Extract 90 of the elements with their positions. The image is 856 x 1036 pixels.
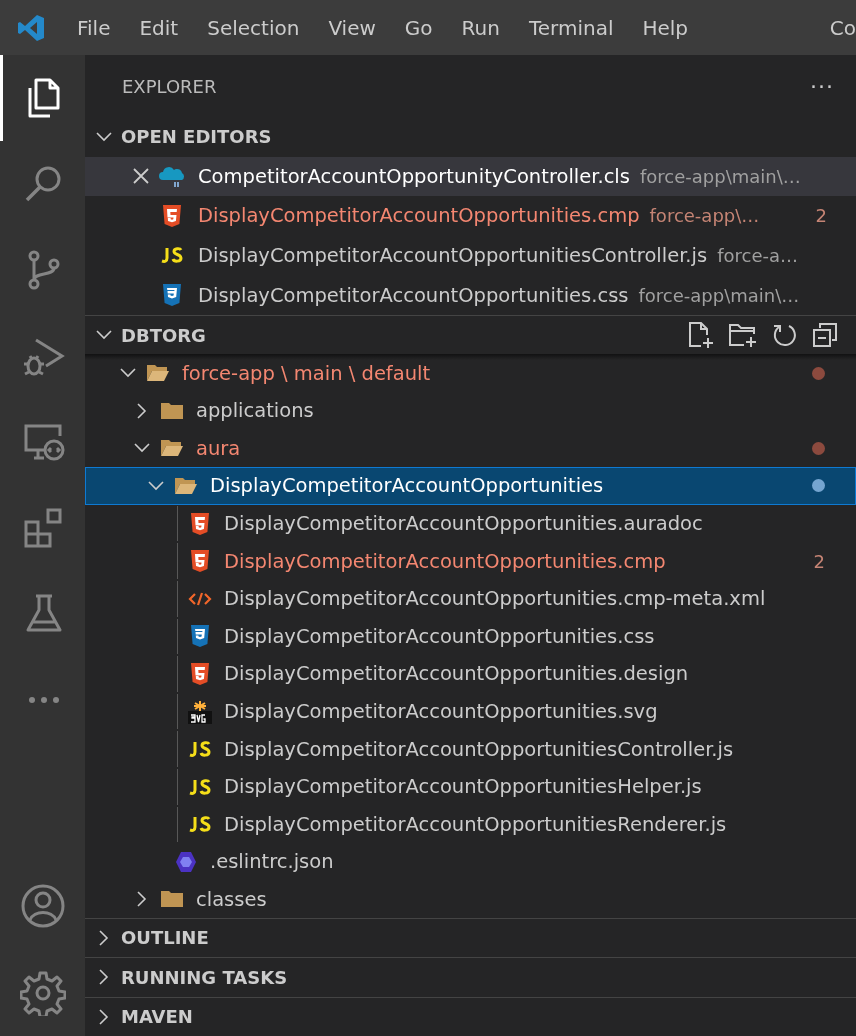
js-file-icon (160, 246, 184, 265)
file-entry[interactable]: DisplayCompetitorAccountOpportunities.auradoc (85, 504, 856, 543)
menu-item[interactable]: Help (632, 15, 699, 40)
svg-file-icon (188, 699, 212, 724)
folder-name: force-app \ main \ default (182, 361, 431, 385)
file-name: DisplayCompetitorAccountOpportunitiesHelper.js (224, 775, 702, 799)
open-editor-item[interactable]: DisplayCompetitorAccountOpportunities.css force-app\main\… (85, 275, 856, 315)
section-header[interactable]: OPEN EDITORS (85, 117, 856, 157)
new-file-icon[interactable] (686, 321, 714, 350)
file-name: DisplayCompetitorAccountOpportunities.cmp-meta.xml (224, 587, 766, 611)
folder-entry[interactable]: aura (85, 429, 856, 468)
modified-dot (812, 479, 825, 493)
section-header[interactable]: DBTORG (85, 314, 856, 355)
file-name: DisplayCompetitorAccountOpportunities.css (224, 624, 655, 648)
section-header[interactable]: RUNNING TASKS (85, 957, 856, 997)
html-file-icon (162, 204, 182, 227)
file-path: force-app\main\… (638, 284, 800, 306)
folder-entry[interactable]: DisplayCompetitorAccountOpportunities (85, 467, 856, 505)
js-file-icon (188, 777, 212, 796)
modified-dot (812, 441, 825, 455)
js-file-icon (188, 815, 212, 834)
vscode-logo-icon (17, 13, 45, 42)
file-name: DisplayCompetitorAccountOpportunitiesRenderer.js (224, 812, 727, 836)
open-editor-item[interactable]: CompetitorAccountOpportunityController.cls force-app\main\… (85, 156, 856, 197)
file-path: force-app\main\… (639, 165, 801, 187)
close-icon[interactable] (132, 167, 150, 186)
folder-name: aura (196, 436, 241, 460)
html-file-icon (190, 512, 210, 535)
file-entry[interactable]: DisplayCompetitorAccountOpportunitiesController.js (85, 730, 856, 768)
settings-icon[interactable] (19, 969, 66, 1016)
cloud-icon (158, 164, 186, 189)
menu-item[interactable]: Go (394, 15, 443, 40)
file-name: CompetitorAccountOpportunityController.cls (198, 164, 630, 188)
folder-icon (160, 400, 184, 421)
file-name: DisplayCompetitorAccountOpportunities.design (224, 662, 689, 686)
section-header[interactable]: OUTLINE (85, 917, 856, 957)
file-name: .eslintrc.json (210, 850, 334, 874)
problem-count: 2 (812, 550, 825, 572)
file-name: DisplayCompetitorAccountOpportunities.cmp (224, 549, 666, 573)
file-name: DisplayCompetitorAccountOpportunitiesController.js (198, 244, 708, 267)
file-path: force-app\… (649, 205, 760, 227)
account-icon[interactable] (19, 882, 66, 929)
more-actions-icon[interactable]: ··· (810, 73, 834, 99)
css-file-icon (162, 284, 182, 307)
file-name: DisplayCompetitorAccountOpportunities.auradoc (224, 512, 703, 536)
open-editor-item[interactable]: DisplayCompetitorAccountOpportunitiesController.js force-a… (85, 235, 856, 276)
folder-entry[interactable]: force-app \ main \ default (85, 354, 856, 392)
folder-entry[interactable]: applications (85, 391, 856, 430)
open-folder-icon (160, 438, 184, 459)
folder-entry[interactable]: classes (85, 880, 856, 918)
file-entry[interactable]: DisplayCompetitorAccountOpportunities.css (85, 617, 856, 656)
file-name: DisplayCompetitorAccountOpportunities.cmp (198, 204, 640, 228)
open-folder-icon (174, 475, 198, 496)
folder-name: classes (196, 888, 267, 911)
folder-name: applications (196, 399, 314, 423)
html-file-icon (190, 662, 210, 685)
folder-name: DisplayCompetitorAccountOpportunities (210, 474, 604, 498)
open-folder-icon (146, 363, 170, 384)
file-name: DisplayCompetitorAccountOpportunities.svg (224, 700, 658, 723)
menu-item[interactable]: File (67, 15, 121, 40)
menu-item[interactable]: Run (451, 15, 510, 40)
html-file-icon (190, 550, 210, 573)
css-file-icon (190, 625, 210, 648)
modified-dot (812, 366, 825, 380)
menu-item[interactable]: View (318, 15, 386, 40)
file-name: DisplayCompetitorAccountOpportunitiesController.js (224, 737, 734, 761)
code-brackets-icon (188, 590, 212, 607)
new-folder-icon[interactable] (728, 321, 758, 350)
file-entry[interactable]: DisplayCompetitorAccountOpportunities.cmp 2 (85, 542, 856, 580)
file-entry[interactable]: .eslintrc.json (85, 843, 856, 881)
file-entry[interactable]: DisplayCompetitorAccountOpportunitiesRenderer.js (85, 805, 856, 844)
js-file-icon (188, 740, 212, 759)
problem-count: 2 (814, 205, 827, 227)
hexagon-icon (175, 850, 197, 873)
file-name: DisplayCompetitorAccountOpportunities.css (198, 283, 629, 307)
menu-item[interactable]: Terminal (518, 15, 624, 40)
file-entry[interactable]: DisplayCompetitorAccountOpportunities.svg (85, 692, 856, 731)
file-entry[interactable]: DisplayCompetitorAccountOpportunitiesHelper.js (85, 767, 856, 806)
collapse-all-icon[interactable] (812, 322, 838, 349)
window-title: Co (828, 15, 856, 40)
folder-icon (160, 889, 184, 910)
refresh-icon[interactable] (772, 322, 798, 349)
file-path: force-a… (717, 245, 798, 266)
menu-item[interactable]: Selection (197, 15, 310, 40)
section-header[interactable]: MAVEN (85, 996, 856, 1036)
file-entry[interactable]: DisplayCompetitorAccountOpportunities.cmp-meta.xml (85, 579, 856, 618)
menu-item[interactable]: Edit (129, 15, 189, 40)
sidebar-title: EXPLORER (122, 75, 217, 97)
open-editor-item[interactable]: DisplayCompetitorAccountOpportunities.cmp force-app\… 2 (85, 196, 856, 236)
file-entry[interactable]: DisplayCompetitorAccountOpportunities.design (85, 655, 856, 693)
